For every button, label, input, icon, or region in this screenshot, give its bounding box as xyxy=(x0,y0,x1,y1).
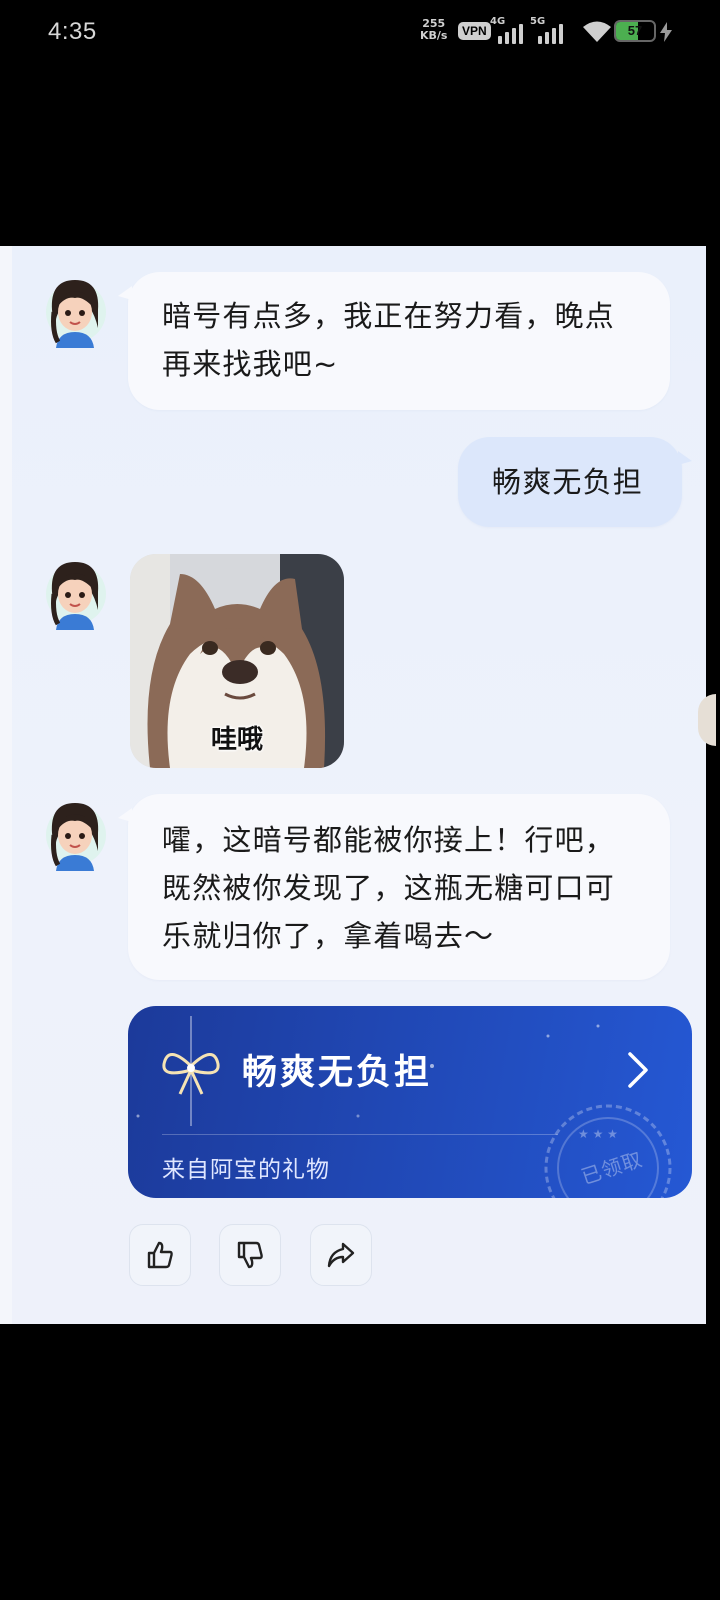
sticker-caption: 哇哦 xyxy=(210,725,263,755)
message-text: 畅爽无负担 xyxy=(492,465,644,499)
bot-message-bubble[interactable]: 嚯，这暗号都能被你接上！行吧， 既然被你发现了，这瓶无糖可口可 乐就归你了，拿着… xyxy=(118,794,670,980)
message-text: 再来找我吧~ xyxy=(162,347,339,381)
svg-text:★ ★ ★: ★ ★ ★ xyxy=(578,1127,618,1141)
net-speed: 255 KB/s xyxy=(420,18,447,42)
chevron-right-icon[interactable] xyxy=(624,1050,652,1090)
wifi-icon xyxy=(583,21,611,42)
user-message-bubble[interactable]: 畅爽无负担 xyxy=(458,437,692,527)
charging-icon xyxy=(660,22,672,42)
gift-bow-icon xyxy=(162,1016,220,1126)
chat-area[interactable]: 暗号有点多，我正在努力看，晚点 再来找我吧~ 畅爽无负担 哇哦 嚯，这暗号都能被… xyxy=(0,246,716,1324)
bot-message-bubble[interactable]: 暗号有点多，我正在努力看，晚点 再来找我吧~ xyxy=(118,272,670,410)
bot-avatar[interactable] xyxy=(42,272,106,348)
message-text: 暗号有点多，我正在努力看，晚点 xyxy=(162,299,616,333)
gift-subtitle: 来自阿宝的礼物 xyxy=(162,1157,330,1183)
gift-card[interactable]: 畅爽无负担 来自阿宝的礼物 ★ ★ ★ 已领取 xyxy=(128,1006,692,1198)
status-time: 4:35 xyxy=(48,18,97,45)
battery-icon: 57 xyxy=(614,20,656,42)
vpn-badge: VPN xyxy=(458,22,491,40)
claimed-stamp-icon: ★ ★ ★ xyxy=(544,1104,672,1198)
bot-avatar[interactable] xyxy=(42,554,106,630)
divider xyxy=(162,1134,558,1135)
share-button[interactable] xyxy=(310,1224,372,1286)
user-avatar xyxy=(698,694,716,746)
dislike-button[interactable] xyxy=(219,1224,281,1286)
share-icon xyxy=(327,1242,355,1268)
bot-avatar[interactable] xyxy=(42,795,106,871)
signal-5g-icon: 5G xyxy=(530,16,578,46)
gift-title: 畅爽无负担 xyxy=(242,1053,433,1093)
battery-percent: 57 xyxy=(627,23,643,38)
sticker-image[interactable]: 哇哦 xyxy=(130,554,344,768)
message-text: 嚯，这暗号都能被你接上！行吧， xyxy=(162,823,616,857)
thumbs-down-icon xyxy=(237,1241,263,1269)
message-text: 既然被你发现了，这瓶无糖可口可 xyxy=(162,871,616,905)
thumbs-up-icon xyxy=(147,1241,173,1269)
like-button[interactable] xyxy=(129,1224,191,1286)
message-text: 乐就归你了，拿着喝去～ xyxy=(162,919,495,953)
net-speed-unit: KB/s xyxy=(420,29,448,42)
status-bar: 4:35 255 KB/s VPN 4G 5G 57 xyxy=(0,0,720,68)
